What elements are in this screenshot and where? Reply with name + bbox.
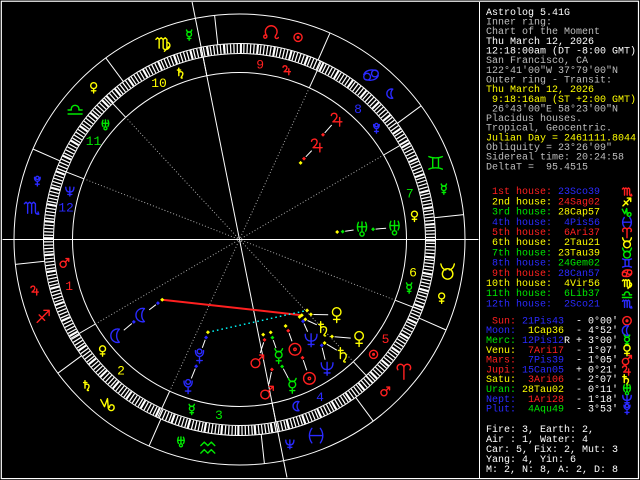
svg-text:6Ari37: 6Ari37: [558, 227, 600, 239]
svg-text:11th house:: 11th house:: [486, 288, 552, 300]
svg-text:6: 6: [409, 266, 417, 281]
svg-text:2Sco21: 2Sco21: [558, 299, 600, 310]
svg-text:1: 1: [65, 279, 73, 294]
svg-text:4Aqu49: 4Aqu49: [522, 405, 564, 416]
svg-text:6th house:: 6th house:: [486, 237, 552, 249]
svg-text:8: 8: [354, 102, 362, 117]
svg-text:5th house:: 5th house:: [486, 227, 552, 239]
svg-text:11: 11: [86, 134, 102, 149]
svg-text:3rd house:: 3rd house:: [486, 207, 552, 219]
svg-text:DeltaT = 95.4515: DeltaT = 95.4515: [486, 161, 588, 173]
svg-text:6Lib37: 6Lib37: [558, 288, 600, 300]
svg-text:2: 2: [117, 364, 125, 379]
svg-text:- 3°53': - 3°53': [576, 404, 618, 416]
svg-text:4Vir56: 4Vir56: [558, 278, 600, 290]
svg-text:12: 12: [58, 200, 74, 215]
svg-text:4: 4: [316, 390, 324, 405]
svg-text:4th house:: 4th house:: [486, 217, 552, 229]
svg-text:9th house:: 9th house:: [486, 268, 552, 280]
svg-text:Plut:: Plut:: [486, 404, 516, 416]
svg-text:3: 3: [215, 408, 223, 423]
svg-text:9: 9: [256, 58, 264, 73]
svg-text:8th house:: 8th house:: [486, 258, 552, 270]
svg-text:7th house:: 7th house:: [486, 247, 552, 259]
svg-text:5: 5: [382, 332, 390, 347]
svg-text:M: 2, N: 8, A: 2, D: 8: M: 2, N: 8, A: 2, D: 8: [486, 465, 618, 476]
svg-text:R: R: [564, 336, 570, 347]
svg-text:10th house:: 10th house:: [486, 278, 552, 290]
svg-text:12th house:: 12th house:: [486, 298, 552, 310]
svg-text:1st house:: 1st house:: [486, 186, 552, 198]
svg-text:10: 10: [151, 76, 167, 91]
svg-text:4Pis56: 4Pis56: [558, 217, 600, 229]
svg-text:2nd house:: 2nd house:: [486, 196, 552, 208]
svg-text:7: 7: [406, 187, 414, 202]
